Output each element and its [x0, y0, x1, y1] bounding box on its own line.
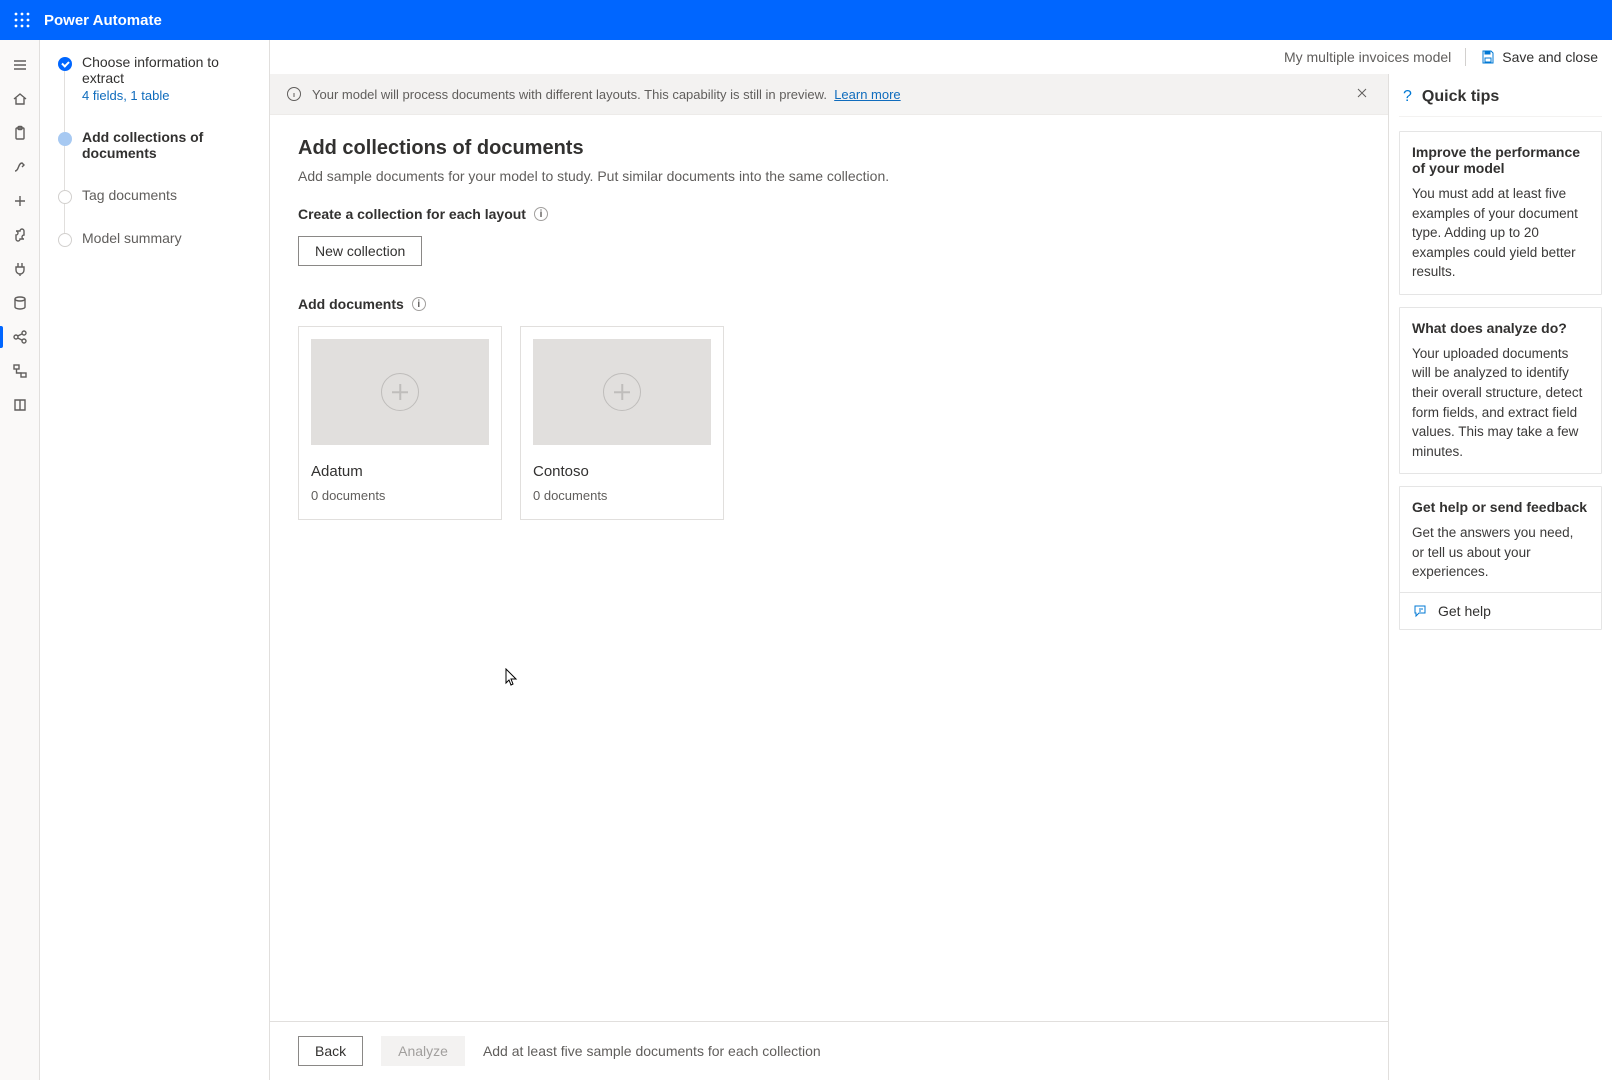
save-icon	[1480, 49, 1496, 65]
rail-process-advisor[interactable]	[0, 354, 40, 388]
model-name-label: My multiple invoices model	[1284, 49, 1451, 65]
chat-help-icon	[1412, 603, 1428, 619]
clipboard-icon	[12, 125, 28, 141]
rail-create[interactable]	[0, 184, 40, 218]
banner-text: Your model will process documents with d…	[312, 87, 827, 102]
add-plus-icon	[381, 373, 419, 411]
rail-action-items[interactable]	[0, 116, 40, 150]
analyze-button[interactable]: Analyze	[381, 1036, 465, 1066]
card-count: 0 documents	[533, 488, 711, 503]
preview-banner: Your model will process documents with d…	[270, 74, 1388, 115]
home-icon	[12, 91, 28, 107]
page-topbar: My multiple invoices model Save and clos…	[270, 40, 1612, 74]
waffle-icon	[14, 12, 30, 28]
tip-title: What does analyze do?	[1412, 320, 1589, 336]
footer-hint: Add at least five sample documents for e…	[483, 1043, 821, 1059]
quick-tips-panel: ? Quick tips Improve the performance of …	[1388, 74, 1612, 1080]
step-title: Model summary	[82, 230, 182, 246]
save-label: Save and close	[1502, 49, 1598, 65]
topbar: Power Automate	[0, 0, 1612, 40]
save-and-close-button[interactable]: Save and close	[1480, 49, 1598, 65]
database-icon	[12, 295, 28, 311]
nav-rail	[0, 40, 40, 1080]
tip-body: You must add at least five examples of y…	[1412, 184, 1589, 282]
step-add-collections[interactable]: Add collections of documents	[58, 129, 257, 187]
rail-learn[interactable]	[0, 388, 40, 422]
rail-hamburger[interactable]	[0, 48, 40, 82]
banner-close-button[interactable]	[1352, 82, 1372, 106]
get-help-label: Get help	[1438, 603, 1491, 619]
card-thumb	[311, 339, 489, 445]
wizard-footer: Back Analyze Add at least five sample do…	[270, 1021, 1388, 1080]
share-nodes-icon	[12, 329, 28, 345]
step-tag-documents[interactable]: Tag documents	[58, 187, 257, 230]
get-help-link[interactable]: Get help	[1400, 592, 1601, 629]
puzzle-icon	[12, 227, 28, 243]
add-documents-label: Add documents i	[298, 296, 1360, 312]
card-name: Adatum	[311, 463, 489, 480]
rail-templates[interactable]	[0, 218, 40, 252]
card-count: 0 documents	[311, 488, 489, 503]
tip-title: Get help or send feedback	[1412, 499, 1589, 515]
step-title: Add collections of documents	[82, 129, 257, 161]
tip-card-analyze: What does analyze do? Your uploaded docu…	[1399, 307, 1602, 474]
step-subtitle[interactable]: 4 fields, 1 table	[82, 88, 257, 103]
tip-card-feedback: Get help or send feedback Get the answer…	[1399, 486, 1602, 630]
book-icon	[12, 397, 28, 413]
tip-body: Get the answers you need, or tell us abo…	[1412, 523, 1589, 582]
rail-data[interactable]	[0, 286, 40, 320]
rail-ai-builder[interactable]	[0, 320, 40, 354]
step-done-icon	[58, 57, 72, 71]
page-title: Add collections of documents	[298, 137, 1360, 160]
tip-card-performance: Improve the performance of your model Yo…	[1399, 131, 1602, 295]
page-description: Add sample documents for your model to s…	[298, 168, 1360, 184]
step-pending-icon	[58, 190, 72, 204]
add-plus-icon	[603, 373, 641, 411]
separator	[1465, 48, 1466, 66]
banner-message: Your model will process documents with d…	[312, 87, 1342, 102]
collection-card-adatum[interactable]: Adatum 0 documents	[298, 326, 502, 520]
rail-myflows[interactable]	[0, 150, 40, 184]
rail-connectors[interactable]	[0, 252, 40, 286]
hamburger-icon	[12, 57, 28, 73]
rail-home[interactable]	[0, 82, 40, 116]
flow-icon	[12, 159, 28, 175]
info-icon[interactable]: i	[534, 207, 548, 221]
step-title: Choose information to extract	[82, 54, 257, 86]
step-title: Tag documents	[82, 187, 177, 203]
collection-cards: Adatum 0 documents Contoso 0 documents	[298, 326, 1360, 520]
card-thumb	[533, 339, 711, 445]
create-collection-text: Create a collection for each layout	[298, 206, 526, 222]
workflow-icon	[12, 363, 28, 379]
info-icon[interactable]: i	[412, 297, 426, 311]
plug-icon	[12, 261, 28, 277]
tip-body: Your uploaded documents will be analyzed…	[1412, 344, 1589, 461]
back-button[interactable]: Back	[298, 1036, 363, 1066]
tip-title: Improve the performance of your model	[1412, 144, 1589, 176]
close-icon	[1356, 87, 1368, 99]
create-collection-label: Create a collection for each layout i	[298, 206, 1360, 222]
step-model-summary[interactable]: Model summary	[58, 230, 257, 247]
info-icon	[286, 86, 302, 102]
add-documents-text: Add documents	[298, 296, 404, 312]
step-choose-info[interactable]: Choose information to extract 4 fields, …	[58, 54, 257, 129]
collection-card-contoso[interactable]: Contoso 0 documents	[520, 326, 724, 520]
card-name: Contoso	[533, 463, 711, 480]
wizard-steps: Choose information to extract 4 fields, …	[40, 40, 270, 1080]
banner-learn-more-link[interactable]: Learn more	[834, 87, 900, 102]
app-launcher-button[interactable]	[6, 4, 38, 36]
step-current-icon	[58, 132, 72, 146]
quick-tips-title: Quick tips	[1422, 88, 1499, 106]
question-icon: ?	[1403, 88, 1412, 106]
new-collection-button[interactable]: New collection	[298, 236, 422, 266]
app-title: Power Automate	[44, 12, 162, 29]
plus-icon	[12, 193, 28, 209]
step-pending-icon	[58, 233, 72, 247]
